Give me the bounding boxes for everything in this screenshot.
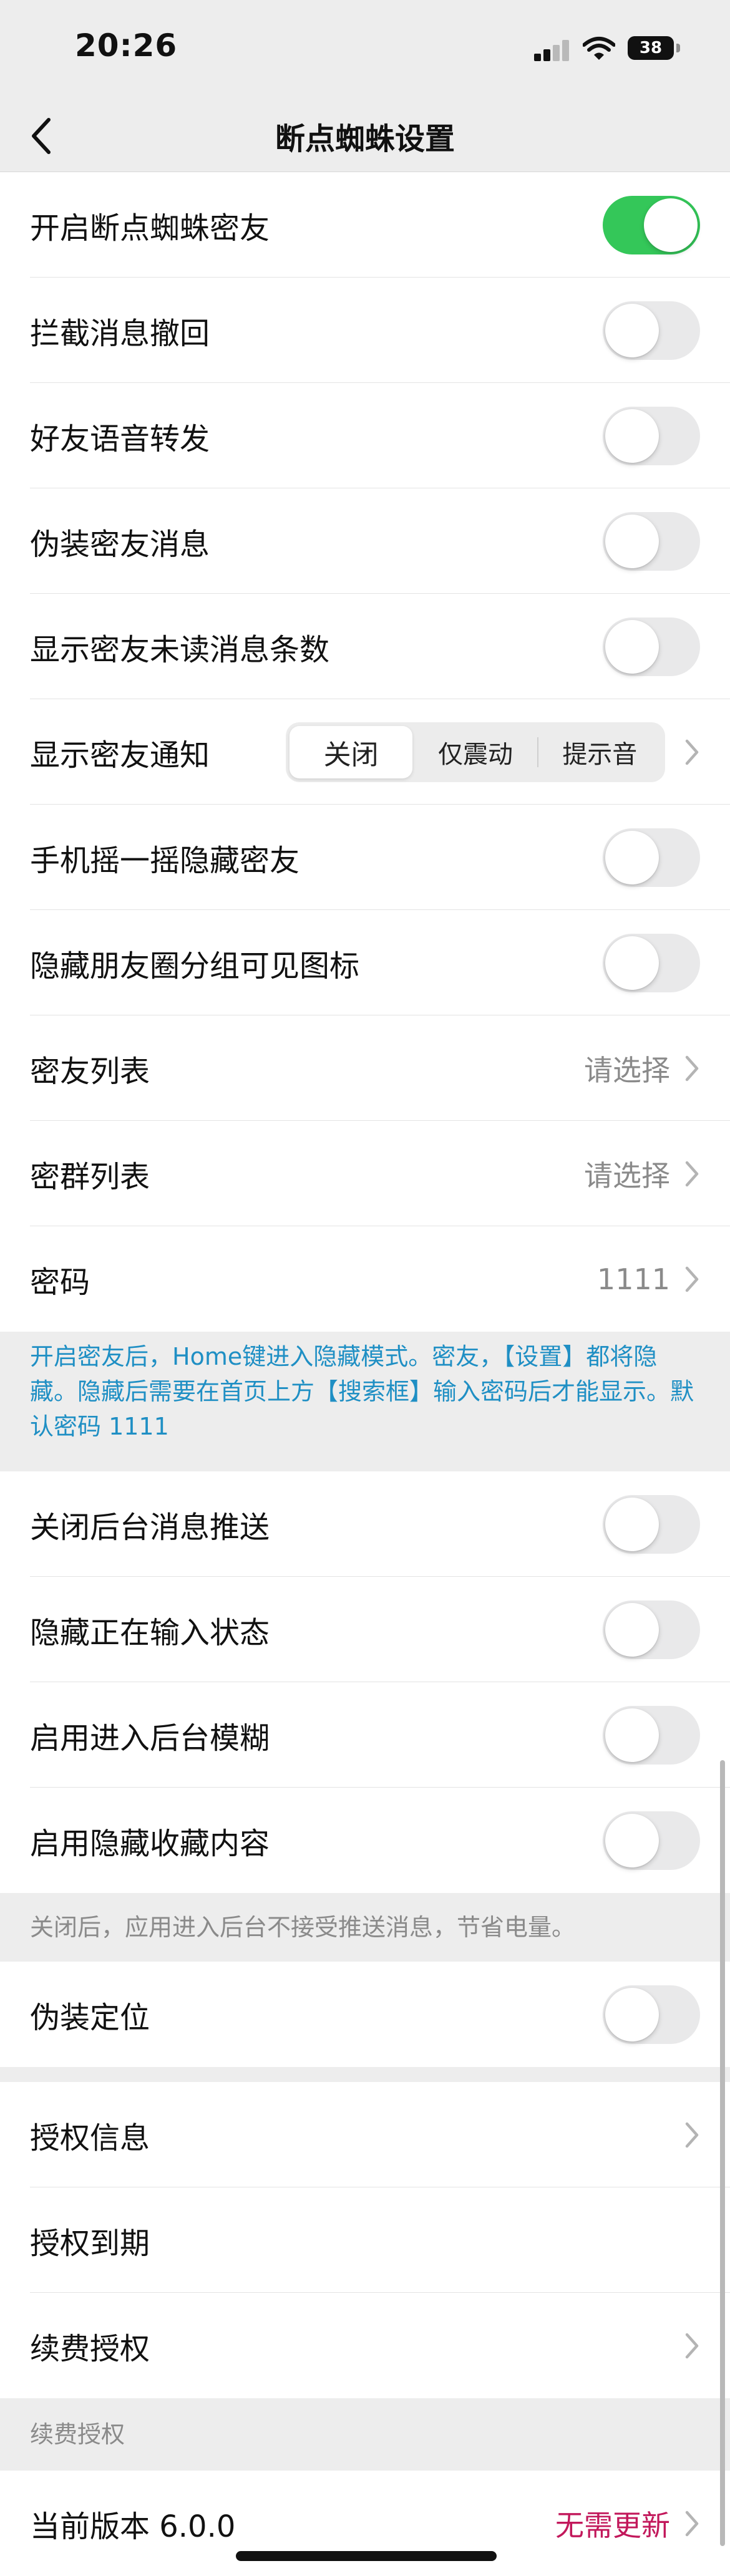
shake-hide-toggle[interactable]	[603, 828, 700, 887]
row-label: 密群列表	[30, 1159, 150, 1194]
row-hide-moments-icon: 隐藏朋友圈分组可见图标	[0, 910, 730, 1015]
row-label: 启用进入后台模糊	[30, 1720, 270, 1756]
row-label: 授权信息	[30, 2120, 150, 2156]
hide-favorites-toggle[interactable]	[603, 1811, 700, 1870]
row-label: 密友列表	[30, 1053, 150, 1089]
chevron-right-icon	[685, 1055, 699, 1081]
row-label: 伪装密友消息	[30, 526, 210, 562]
row-label: 好友语音转发	[30, 421, 210, 457]
wifi-icon	[583, 37, 615, 60]
scroll-indicator	[720, 1760, 725, 2546]
row-show-notify: 显示密友通知 关闭 仅震动 提示音	[0, 699, 730, 805]
row-group-list[interactable]: 密群列表 请选择	[0, 1121, 730, 1226]
battery-tip	[676, 44, 680, 52]
hidden-mode-note: 开启密友后，Home键进入隐藏模式。密友，【设置】都将隐藏。隐藏后需要在首页上方…	[0, 1332, 730, 1471]
hide-moments-icon-toggle[interactable]	[603, 933, 700, 992]
row-label: 续费授权	[30, 2331, 150, 2366]
segment-off[interactable]: 关闭	[290, 725, 413, 778]
blur-bg-toggle[interactable]	[603, 1705, 700, 1765]
row-hide-typing: 隐藏正在输入状态	[0, 1577, 730, 1682]
row-fake-location: 伪装定位	[0, 1962, 730, 2067]
push-note: 关闭后，应用进入后台不接受推送消息，节省电量。	[0, 1893, 730, 1962]
row-auth-expire: 授权到期	[0, 2187, 730, 2293]
voice-forward-toggle[interactable]	[603, 406, 700, 465]
row-label: 开启断点蜘蛛密友	[30, 210, 270, 246]
section-gap	[0, 2067, 730, 2082]
row-blur-bg: 启用进入后台模糊	[0, 1682, 730, 1788]
row-password[interactable]: 密码 1111	[0, 1226, 730, 1332]
row-label: 隐藏正在输入状态	[30, 1615, 270, 1650]
row-shake-hide: 手机摇一摇隐藏密友	[0, 805, 730, 910]
row-enable-spider: 开启断点蜘蛛密友	[0, 172, 730, 278]
status-bar: 20:26 38	[0, 0, 730, 100]
row-show-unread: 显示密友未读消息条数	[0, 594, 730, 699]
row-label: 显示密友未读消息条数	[30, 632, 330, 667]
row-friend-list[interactable]: 密友列表 请选择	[0, 1015, 730, 1121]
chevron-right-icon[interactable]	[684, 738, 700, 767]
notify-segmented-control: 关闭 仅震动 提示音	[286, 722, 665, 782]
enable-spider-toggle[interactable]	[603, 195, 700, 254]
fake-location-toggle[interactable]	[603, 1985, 700, 2044]
row-label: 授权到期	[30, 2225, 150, 2261]
row-label: 关闭后台消息推送	[30, 1509, 270, 1545]
row-label: 显示密友通知	[30, 737, 210, 773]
row-close-push: 关闭后台消息推送	[0, 1471, 730, 1577]
chevron-right-icon	[685, 2511, 699, 2536]
chevron-right-icon	[685, 2333, 699, 2358]
row-label: 隐藏朋友圈分组可见图标	[30, 948, 360, 984]
password-value: 1111	[596, 1262, 670, 1296]
chevron-right-icon	[685, 2122, 699, 2147]
battery-level: 38	[639, 39, 663, 57]
renew-note: 续费授权	[0, 2398, 730, 2471]
row-label: 伪装定位	[30, 2000, 150, 2035]
status-time: 20:26	[75, 27, 178, 64]
hide-typing-toggle[interactable]	[603, 1600, 700, 1659]
settings-list: 开启断点蜘蛛密友 拦截消息撤回 好友语音转发 伪装密友消息 显示密友未读消息条数…	[0, 172, 730, 2576]
row-voice-forward: 好友语音转发	[0, 383, 730, 488]
row-label: 密码	[30, 1264, 90, 1300]
row-label: 启用隐藏收藏内容	[30, 1826, 270, 1861]
signal-icon	[534, 40, 570, 61]
close-push-toggle[interactable]	[603, 1494, 700, 1554]
row-label: 手机摇一摇隐藏密友	[30, 843, 300, 878]
battery-icon: 38	[628, 36, 674, 60]
row-label: 拦截消息撤回	[30, 316, 210, 351]
row-auth-info[interactable]: 授权信息	[0, 2082, 730, 2187]
row-disguise-msg: 伪装密友消息	[0, 488, 730, 594]
row-renew[interactable]: 续费授权	[0, 2293, 730, 2398]
segment-sound[interactable]: 提示音	[538, 726, 661, 778]
group-list-value: 请选择	[584, 1158, 670, 1193]
row-hide-favorites: 启用隐藏收藏内容	[0, 1788, 730, 1893]
friend-list-value: 请选择	[584, 1053, 670, 1087]
page-title: 断点蜘蛛设置	[275, 122, 455, 157]
chevron-right-icon	[685, 1266, 699, 1292]
segment-vibrate[interactable]: 仅震动	[414, 726, 537, 778]
disguise-msg-toggle[interactable]	[603, 511, 700, 571]
show-unread-toggle[interactable]	[603, 617, 700, 676]
home-indicator[interactable]	[236, 2551, 497, 2561]
row-label: 当前版本 6.0.0	[30, 2509, 236, 2544]
navigation-bar: 断点蜘蛛设置	[0, 100, 730, 172]
chevron-right-icon	[685, 1161, 699, 1186]
row-intercept-recall: 拦截消息撤回	[0, 278, 730, 383]
version-status: 无需更新	[555, 2508, 670, 2542]
intercept-recall-toggle[interactable]	[603, 301, 700, 360]
